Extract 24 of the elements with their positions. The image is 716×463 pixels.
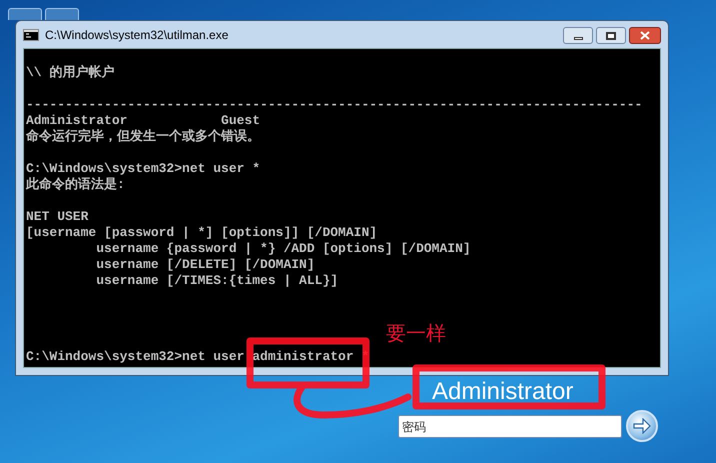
console-line: username [/DELETE] [/DOMAIN] [95, 257, 315, 273]
console-icon [23, 28, 39, 40]
window-title: C:\Windows\system32\utilman.exe [45, 26, 228, 44]
console-line: Administrator Guest [26, 113, 260, 128]
submit-arrow-button[interactable] [626, 410, 658, 442]
console-line: NET USER [26, 209, 88, 225]
console-line: ------------------------------------------------------------------------------- [26, 97, 642, 113]
console-line: username [/TIMES:{times | ALL}] [95, 273, 338, 289]
desktop-tile[interactable] [8, 8, 42, 20]
desktop-tile[interactable] [45, 8, 79, 20]
annotation-text: 要一样 [386, 322, 446, 347]
close-button[interactable] [629, 27, 661, 44]
password-field[interactable]: 密码 [398, 415, 622, 438]
console-line: username {password | *} /ADD [options] [/DOMAIN] [95, 241, 471, 257]
console-line: \\ 的用户帐户 [26, 65, 114, 81]
username-label: Administrator [432, 377, 574, 407]
console-line: [username [password | *] [options]] [/DOMAIN] [26, 225, 378, 241]
console-line: C:\Windows\system32>net user * [26, 161, 260, 177]
minimize-button[interactable] [563, 27, 593, 44]
close-icon [640, 31, 650, 40]
console-line: 命令运行完毕，但发生一个或多个错误。 [26, 129, 260, 145]
console-line: 此命令的语法是: [26, 177, 125, 193]
maximize-button[interactable] [596, 27, 626, 44]
arrow-right-icon [633, 418, 651, 434]
